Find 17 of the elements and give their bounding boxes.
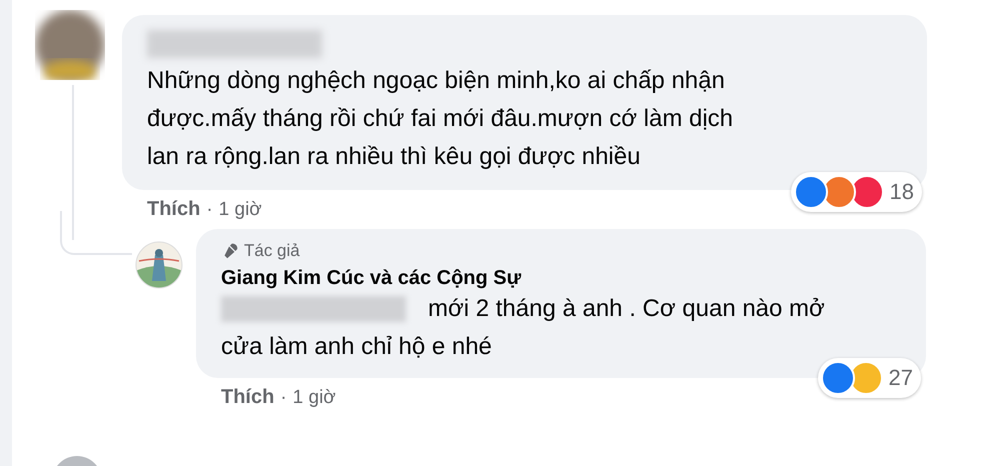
comment-time[interactable]: 1 giờ xyxy=(292,387,336,409)
blurred-avatar xyxy=(35,10,105,80)
reaction-summary[interactable]: 27 xyxy=(818,358,921,398)
reply-text-line: mới 2 tháng à anh . Cơ quan nào mở xyxy=(428,294,825,324)
like-link[interactable]: Thích xyxy=(221,386,274,409)
reaction-summary[interactable]: 18 xyxy=(790,172,922,212)
author-name[interactable]: Giang Kim Cúc và các Cộng Sự xyxy=(221,267,522,290)
reaction-count: 18 xyxy=(890,179,914,205)
author-label: Tác giả xyxy=(244,241,300,261)
reply-text-line: cửa làm anh chỉ hộ e nhé xyxy=(221,332,492,362)
separator: · xyxy=(280,387,287,409)
separator: · xyxy=(206,199,213,221)
reaction-count: 27 xyxy=(888,365,913,391)
thread-connector xyxy=(60,211,132,255)
like-link[interactable]: Thích xyxy=(147,198,200,221)
comment-time[interactable]: 1 giờ xyxy=(218,199,262,221)
comment-text: Những dòng nghệch ngoạc biện minh,ko ai chấp nhận được.mấy tháng rồi chứ fai mới đâu.mượn cớ làm dịch lan ra rộng.lan ra nhiều thì kêu gọi được nhiều xyxy=(147,66,734,172)
